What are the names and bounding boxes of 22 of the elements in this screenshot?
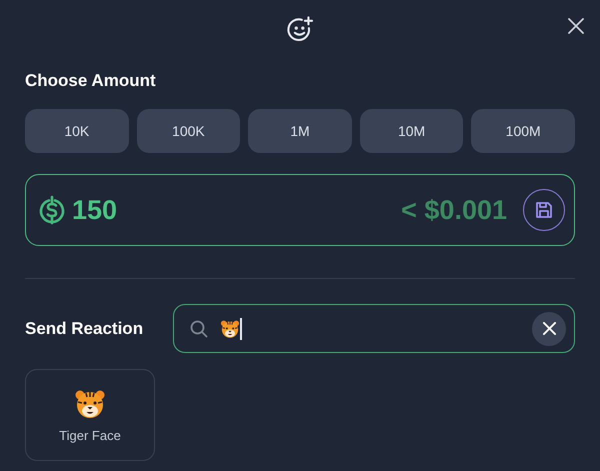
- amount-value: 150: [72, 194, 118, 226]
- amount-field[interactable]: 150 < $0.001: [25, 174, 575, 246]
- amount-button[interactable]: 1M: [248, 109, 352, 153]
- text-cursor: [240, 318, 242, 340]
- section-heading: Send Reaction: [25, 318, 144, 338]
- search-icon: [190, 320, 208, 338]
- amount-button[interactable]: 100M: [471, 109, 575, 153]
- dollar-coin-icon: [38, 194, 66, 226]
- tiger-face-icon: [74, 388, 106, 420]
- close-icon: [542, 322, 556, 335]
- clear-button[interactable]: [532, 312, 566, 346]
- search-field[interactable]: [173, 304, 575, 353]
- save-button[interactable]: [523, 189, 565, 231]
- reaction-card[interactable]: Tiger Face: [25, 369, 155, 461]
- tiger-face-icon: [220, 318, 240, 338]
- close-icon: [568, 18, 584, 34]
- section-heading: Choose Amount: [25, 71, 157, 91]
- amount-button[interactable]: 100K: [136, 109, 240, 153]
- amount-button[interactable]: 10M: [360, 109, 464, 153]
- amount-button[interactable]: 10K: [25, 109, 129, 153]
- save-icon: [535, 201, 553, 219]
- converted-amount: < $0.001: [401, 194, 507, 226]
